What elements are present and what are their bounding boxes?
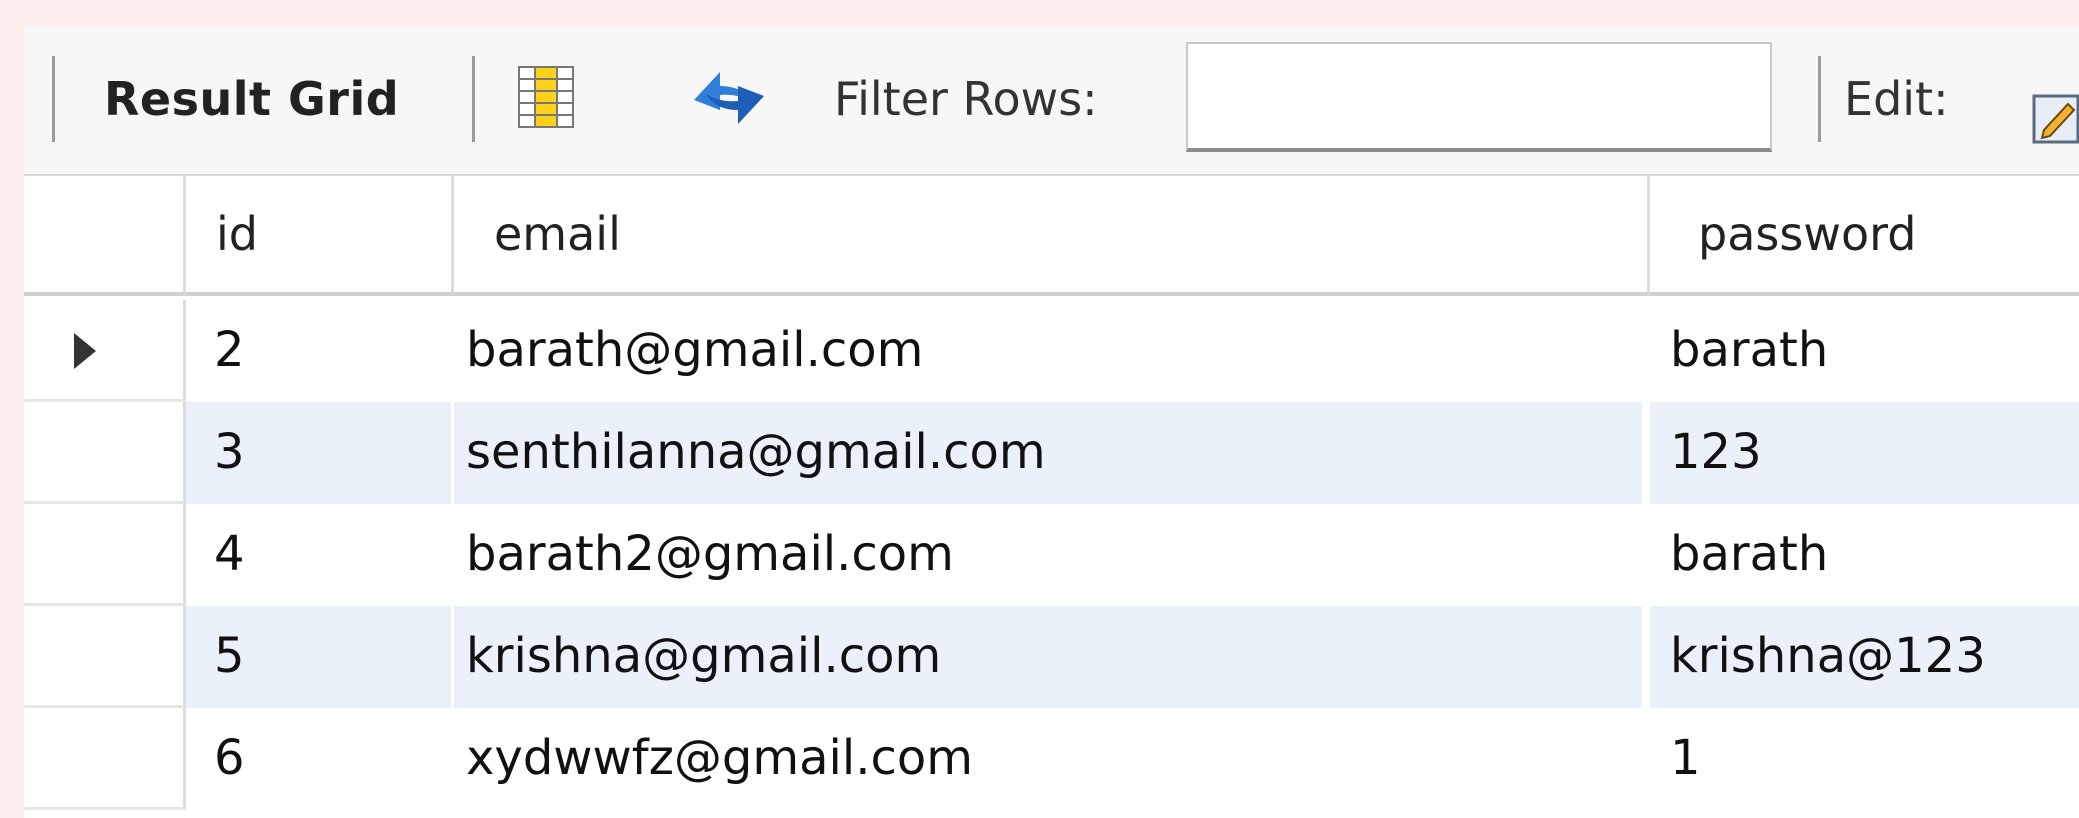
row-marker[interactable] — [24, 606, 186, 708]
cell-id[interactable]: 4 — [186, 504, 454, 606]
cell-email[interactable]: barath@gmail.com — [454, 300, 1650, 402]
column-header-email[interactable]: email — [454, 176, 1650, 296]
cell-id[interactable]: 5 — [186, 606, 454, 708]
result-grid-tab[interactable]: Result Grid — [104, 70, 399, 128]
table-row[interactable]: 5 krishna@gmail.com krishna@123 — [24, 606, 2079, 708]
row-marker[interactable] — [24, 504, 186, 606]
result-panel: Result Grid Filter Rows: Edit: id email … — [24, 26, 2079, 818]
cell-email[interactable]: senthilanna@gmail.com — [454, 402, 1650, 504]
cell-password[interactable]: 1 — [1650, 708, 2079, 810]
cell-password[interactable]: 123 — [1650, 402, 2079, 504]
row-marker[interactable] — [24, 300, 186, 402]
cell-id[interactable]: 2 — [186, 300, 454, 402]
cell-password[interactable]: barath — [1650, 300, 2079, 402]
toolbar-separator — [52, 56, 55, 142]
cell-email[interactable]: xydwwfz@gmail.com — [454, 708, 1650, 810]
table-row[interactable]: 2 barath@gmail.com barath — [24, 300, 2079, 402]
table-row[interactable]: 6 xydwwfz@gmail.com 1 — [24, 708, 2079, 810]
cell-id[interactable]: 6 — [186, 708, 454, 810]
filter-rows-label: Filter Rows: — [834, 72, 1098, 126]
cell-email[interactable]: barath2@gmail.com — [454, 504, 1650, 606]
column-header-id[interactable]: id — [186, 176, 454, 296]
row-header-corner — [24, 176, 186, 296]
toolbar-separator — [472, 56, 475, 142]
cell-id[interactable]: 3 — [186, 402, 454, 504]
toolbar-separator — [1818, 56, 1821, 142]
row-marker[interactable] — [24, 708, 186, 810]
edit-icon[interactable] — [2032, 90, 2079, 144]
table-row[interactable]: 3 senthilanna@gmail.com 123 — [24, 402, 2079, 504]
grid-layout-icon[interactable] — [518, 66, 574, 128]
column-header-password[interactable]: password — [1650, 176, 2079, 296]
cell-password[interactable]: barath — [1650, 504, 2079, 606]
current-row-arrow-icon — [74, 333, 96, 369]
cell-email[interactable]: krishna@gmail.com — [454, 606, 1650, 708]
table-row[interactable]: 4 barath2@gmail.com barath — [24, 504, 2079, 606]
edit-label: Edit: — [1844, 72, 1949, 126]
cell-password[interactable]: krishna@123 — [1650, 606, 2079, 708]
row-marker[interactable] — [24, 402, 186, 504]
result-toolbar: Result Grid Filter Rows: Edit: — [24, 26, 2079, 176]
refresh-icon[interactable] — [686, 62, 772, 134]
filter-rows-input[interactable] — [1186, 42, 1772, 152]
